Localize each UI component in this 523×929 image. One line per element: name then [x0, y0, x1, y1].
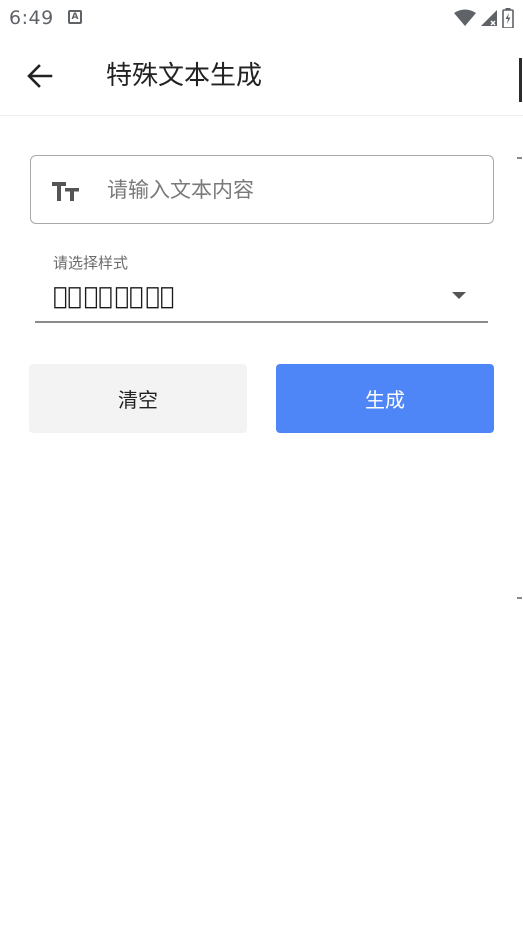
text-input[interactable]: [107, 168, 477, 212]
status-time: 6:49: [9, 7, 54, 29]
text-input-container[interactable]: [30, 155, 494, 224]
status-bar: 6:49 A: [0, 0, 523, 36]
wifi-icon: [454, 9, 476, 26]
generate-button[interactable]: 生成: [276, 364, 494, 433]
status-icons: [454, 8, 514, 28]
clear-button[interactable]: 清空: [29, 364, 247, 433]
dropdown-arrow-icon: [452, 292, 466, 299]
arrow-back-icon: [27, 64, 53, 88]
back-button[interactable]: [22, 58, 58, 94]
style-select[interactable]: 请选择样式 测⃠试⃠测⃠试⃠: [35, 252, 488, 323]
cellular-signal-icon: [481, 10, 497, 26]
accessibility-icon: A: [68, 10, 82, 24]
style-select-value: 测⃠试⃠测⃠试⃠: [53, 282, 177, 310]
app-bar: 特殊文本生成: [0, 36, 523, 116]
screen: 6:49 A 特殊文本生成 请输入文本内容 请选择样式 测⃠试⃠测⃠试⃠ 清空 …: [0, 0, 523, 929]
style-select-label: 请选择样式: [53, 254, 129, 272]
edge-mark: [517, 157, 522, 159]
edge-mark: [517, 597, 522, 599]
battery-charging-icon: [502, 8, 514, 28]
text-size-icon: [52, 182, 79, 201]
page-title: 特殊文本生成: [106, 61, 263, 91]
